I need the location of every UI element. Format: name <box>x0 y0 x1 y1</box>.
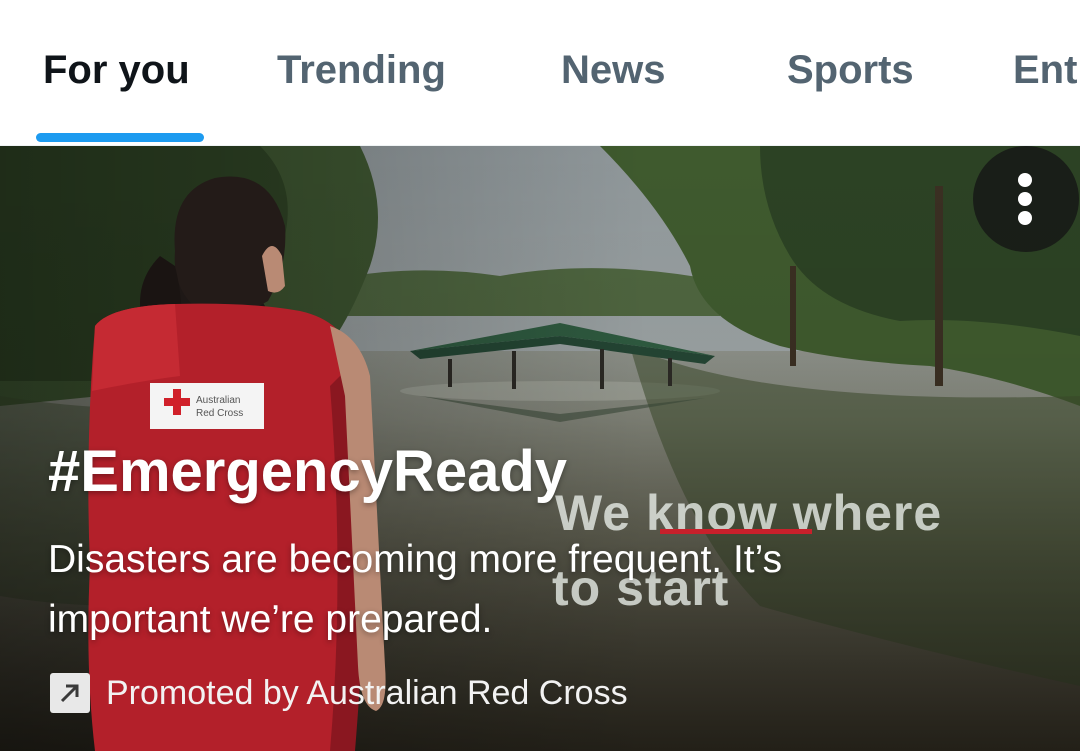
promoted-label[interactable]: Promoted by Australian Red Cross <box>50 673 628 713</box>
trend-title[interactable]: #EmergencyReady <box>48 438 567 505</box>
promoted-by-text: Promoted by Australian Red Cross <box>106 673 628 712</box>
vest-logo-line1: Australian <box>196 395 240 406</box>
tab-news[interactable]: News <box>561 48 666 93</box>
tab-for-you[interactable]: For you <box>43 48 190 93</box>
tab-sports[interactable]: Sports <box>787 48 914 93</box>
active-tab-indicator <box>36 133 204 142</box>
more-options-button[interactable] <box>973 146 1079 252</box>
arrow-up-right-icon <box>50 673 90 713</box>
trend-description: Disasters are becoming more frequent. It… <box>48 538 783 641</box>
tab-entertainment[interactable]: Ent <box>1013 48 1077 93</box>
vest-logo-line2: Red Cross <box>196 408 243 419</box>
top-tab-bar: For you Trending News Sports Ent <box>0 0 1080 146</box>
tab-trending[interactable]: Trending <box>277 48 446 93</box>
promoted-trend-card[interactable]: Australian Red Cross We know where to st… <box>0 146 1080 751</box>
